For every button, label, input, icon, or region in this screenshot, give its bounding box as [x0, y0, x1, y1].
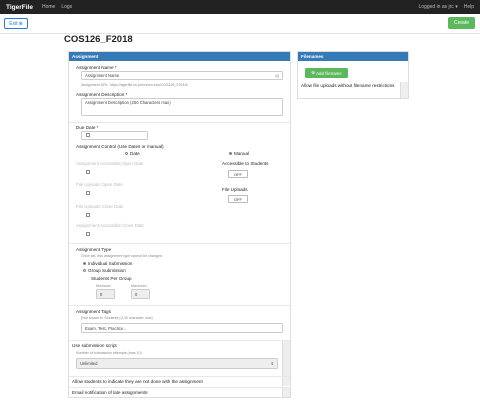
- students-per-group-label: Students Per Group: [91, 276, 132, 281]
- exit-icon: ⊗: [18, 20, 23, 27]
- upload-close-date-label: File Uploads Close Date: [76, 204, 124, 209]
- minimum-label: Minimum: [96, 284, 111, 288]
- divider: [69, 122, 290, 123]
- assignment-tags-placeholder: Exam, Test, Practice...: [85, 325, 127, 331]
- submission-script-label: Use submission script: [72, 343, 117, 348]
- calendar-icon: [86, 191, 90, 195]
- filenames-panel-heading: Filenames: [298, 52, 408, 61]
- assignment-description-label: Assignment Description *: [76, 92, 128, 97]
- allow-uploads-checkbox[interactable]: [400, 82, 408, 98]
- assignment-url-help: Assignment URL: https://tigerfile.cs.pri…: [81, 83, 188, 87]
- accessible-close-date-label: Assignment Accessible Close Date: [76, 223, 144, 228]
- uploads-toggle[interactable]: OFF: [228, 195, 248, 203]
- control-date-option[interactable]: Date: [125, 151, 140, 156]
- assignment-description-input[interactable]: Assignment Description (250 Characters m…: [81, 98, 283, 116]
- type-group-option[interactable]: Group Submission: [83, 268, 126, 273]
- allow-uploads-label: Allow file uploads without filename rest…: [301, 83, 395, 88]
- assignment-tags-label: Assignment Tags: [76, 309, 111, 314]
- assignment-name-placeholder: Assignment Name: [85, 73, 120, 78]
- control-manual-text: Manual: [234, 151, 250, 156]
- assignment-panel: Assignment Assignment Name * Assignment …: [68, 51, 291, 398]
- exit-label: Exit: [9, 20, 18, 27]
- type-group-text: Group Submission: [88, 268, 126, 273]
- add-filename-label: Add filename: [316, 70, 342, 76]
- accessible-open-date-label: Assignment Accessible Open Date: [76, 161, 144, 166]
- assignment-description-placeholder: Assignment Description (250 Characters m…: [85, 100, 171, 105]
- clipboard-icon: ▤: [275, 73, 279, 78]
- divider: [69, 305, 290, 306]
- control-date-text: Date: [130, 151, 140, 156]
- user-menu[interactable]: Logged in as jrc ▾: [419, 4, 458, 10]
- exit-button[interactable]: Exit ⊗: [4, 18, 28, 29]
- type-individual-option[interactable]: Individual Submission: [83, 261, 132, 266]
- maximum-input[interactable]: 0: [131, 289, 150, 299]
- late-notification-label: Email notification of late assignments: [72, 390, 148, 395]
- nav-help-link[interactable]: Help: [464, 4, 474, 10]
- assignment-type-help: Once set, this assignment type cannot be…: [81, 254, 163, 258]
- control-manual-option[interactable]: Manual: [229, 151, 249, 156]
- select-arrows-icon: ⇕: [270, 361, 274, 366]
- maximum-label: Maximum: [131, 284, 147, 288]
- nav-logs-link[interactable]: Logs: [61, 4, 72, 10]
- add-filename-button[interactable]: ⊕ Add filename: [305, 68, 348, 78]
- page-title: COS126_F2018: [64, 34, 133, 45]
- assignment-tags-input[interactable]: Exam, Test, Practice...: [81, 323, 283, 333]
- attempts-help: Number of submission attempts (max 10): [76, 351, 142, 355]
- control-date-radio[interactable]: [125, 152, 128, 156]
- divider: [69, 376, 290, 377]
- assignment-control-label: Assignment Control (Use Dates or manual): [76, 144, 164, 149]
- assignment-name-label: Assignment Name *: [76, 65, 117, 70]
- upload-open-date-label: File Uploads Open Date: [76, 182, 123, 187]
- control-manual-radio[interactable]: [229, 152, 232, 156]
- toolbar: Exit ⊗ Create: [0, 14, 480, 34]
- filenames-panel: Filenames ⊕ Add filename Allow file uplo…: [297, 51, 409, 99]
- not-done-label: Allow students to indicate they are not …: [72, 379, 203, 384]
- assignment-tags-help: (Not shown to Students) (140 character m…: [81, 316, 153, 320]
- minimum-input[interactable]: 0: [96, 289, 115, 299]
- due-date-input[interactable]: [81, 131, 148, 140]
- accessible-to-students-label: Accessible to Students: [222, 161, 269, 166]
- assignment-name-input[interactable]: Assignment Name ▤: [81, 71, 283, 80]
- submission-script-checkbox[interactable]: [282, 341, 290, 377]
- due-date-label: Due Date *: [76, 125, 99, 130]
- nav-right: Logged in as jrc ▾ Help: [419, 4, 475, 10]
- calendar-icon: [86, 170, 90, 174]
- type-individual-radio[interactable]: [83, 262, 86, 266]
- brand-logo[interactable]: TigerFile: [6, 4, 33, 11]
- divider: [69, 340, 290, 341]
- assignment-panel-heading: Assignment: [69, 52, 290, 61]
- file-uploads-label: File Uploads: [222, 187, 248, 192]
- type-individual-text: Individual Submission: [88, 261, 133, 266]
- divider: [69, 387, 290, 388]
- create-button[interactable]: Create: [448, 17, 475, 29]
- navbar: TigerFile Home Logs Logged in as jrc ▾ H…: [0, 0, 480, 14]
- assignment-type-label: Assignment Type: [76, 247, 112, 252]
- type-group-radio[interactable]: [83, 269, 86, 273]
- not-done-checkbox[interactable]: [282, 377, 290, 386]
- attempts-value: Unlimited: [80, 361, 98, 366]
- attempts-select[interactable]: Unlimited ⇕: [76, 358, 278, 369]
- calendar-icon: [86, 213, 90, 217]
- nav-home-link[interactable]: Home: [42, 4, 55, 10]
- divider: [69, 243, 290, 244]
- accessible-toggle[interactable]: OFF: [228, 170, 248, 178]
- calendar-icon: [86, 232, 90, 236]
- calendar-icon: [86, 133, 90, 137]
- late-notification-checkbox[interactable]: [282, 388, 290, 397]
